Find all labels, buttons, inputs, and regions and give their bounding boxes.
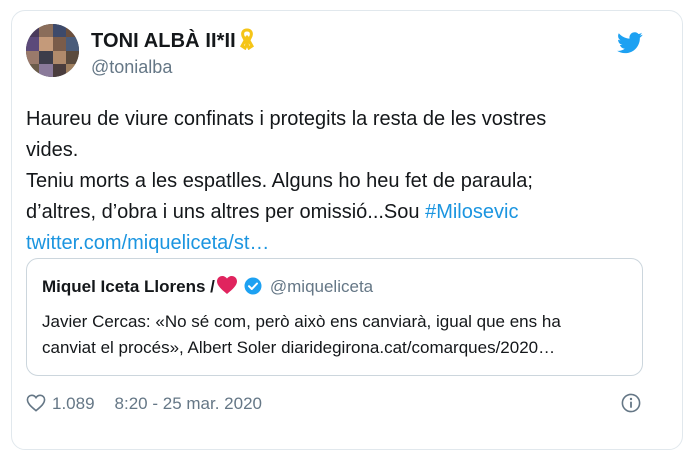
quoted-tweet-header: Miquel Iceta Llorens / @miqueliceta <box>42 275 373 297</box>
tweet-line: d’altres, d’obra i uns altres per omissi… <box>26 197 646 228</box>
tweet-footer: 1.089 8:20 - 25 mar. 2020 <box>26 394 262 414</box>
author-name[interactable]: TONI ALBÀ II*II <box>91 28 255 53</box>
quoted-tweet-line: canviat el procés», Albert Soler diaride… <box>42 338 556 357</box>
heart-outline-icon[interactable] <box>26 394 46 412</box>
author-name-text: TONI ALBÀ II*II <box>91 30 236 52</box>
like-count[interactable]: 1.089 <box>52 394 95 413</box>
twitter-bird-icon[interactable] <box>617 32 643 54</box>
tweet-line: vides. <box>26 139 79 161</box>
quoted-tweet-line: Javier Cercas: «No sé com, però això ens… <box>42 312 561 331</box>
red-heart-icon <box>216 276 237 294</box>
quoted-author-name: Miquel Iceta Llorens / <box>42 277 215 296</box>
tweet-url-link[interactable]: twitter.com/miqueliceta/st… <box>26 228 646 259</box>
info-icon[interactable] <box>621 393 641 413</box>
hashtag-link[interactable]: #Milosevic <box>425 201 518 223</box>
avatar-image <box>26 24 79 77</box>
author-handle[interactable]: @tonialba <box>91 57 172 78</box>
tweet-line-text: d’altres, d’obra i uns altres per omissi… <box>26 201 426 223</box>
tweet-timestamp[interactable]: 8:20 - 25 mar. 2020 <box>115 394 262 413</box>
quoted-author-handle: @miqueliceta <box>269 277 374 296</box>
quoted-tweet[interactable]: Miquel Iceta Llorens / @miqueliceta Javi… <box>26 258 643 376</box>
yellow-ribbon-icon <box>239 28 254 50</box>
tweet-text: Haureu de viure confinats i protegits la… <box>26 104 646 259</box>
quoted-tweet-text: Javier Cercas: «No sé com, però això ens… <box>42 309 561 361</box>
verified-badge-icon <box>244 277 262 295</box>
tweet-line: Teniu morts a les espatlles. Alguns ho h… <box>26 170 533 192</box>
tweet-line: Haureu de viure confinats i protegits la… <box>26 108 547 130</box>
avatar[interactable] <box>26 24 79 77</box>
